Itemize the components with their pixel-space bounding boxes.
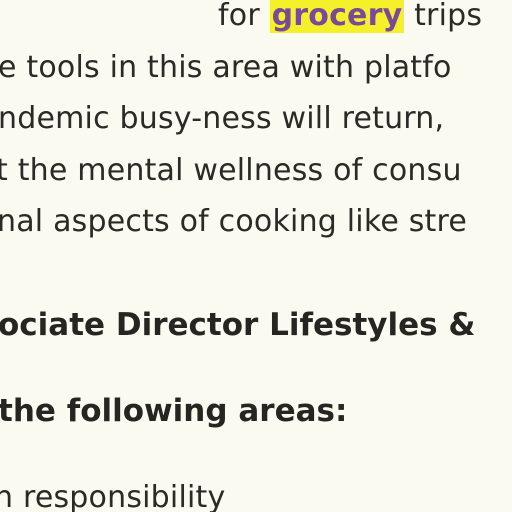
- text-line-grocery: for grocery trips: [218, 0, 482, 36]
- section-heading-areas: the following areas:: [0, 393, 348, 429]
- search-highlight: grocery: [269, 0, 405, 33]
- text-line: ndemic busy-ness will return,: [0, 101, 445, 136]
- text-line: nal aspects of cooking like stre: [0, 204, 468, 239]
- text-line: n responsibility: [0, 480, 226, 512]
- section-heading-job-title: ociate Director Lifestyles &: [0, 307, 476, 343]
- text-line: t the mental wellness of consu: [0, 153, 462, 188]
- text-fragment: trips: [404, 0, 483, 33]
- text-fragment: for: [218, 0, 270, 33]
- text-line: e tools in this area with platfo: [0, 50, 452, 85]
- page-viewport: for grocery trips e tools in this area w…: [0, 0, 512, 512]
